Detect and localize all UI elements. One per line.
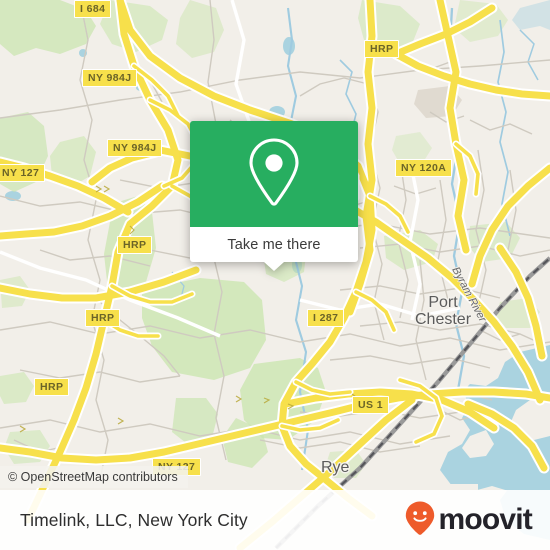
popup-cta-label: Take me there — [227, 236, 321, 253]
map-screenshot: I 684 HRP NY 984J NY 984J NY 127 NY 120A… — [0, 0, 550, 550]
shield-ny120a[interactable]: NY 120A — [395, 159, 453, 177]
map-attribution[interactable]: © OpenStreetMap contributors — [0, 466, 188, 488]
popup-marker-panel — [190, 121, 358, 227]
shield-ny984j-lower[interactable]: NY 984J — [107, 139, 163, 157]
location-popup-card[interactable]: Take me there — [190, 121, 358, 271]
location-title: Timelink, LLC, New York City — [20, 509, 248, 530]
footer-bar: Timelink, LLC, New York City moovit — [0, 490, 550, 550]
moovit-wordmark: moovit — [438, 503, 532, 536]
shield-ny984j-upper[interactable]: NY 984J — [82, 69, 138, 87]
attribution-text: © OpenStreetMap contributors — [8, 470, 178, 484]
map-canvas[interactable]: I 684 HRP NY 984J NY 984J NY 127 NY 120A… — [0, 0, 550, 550]
shield-hrp-low[interactable]: HRP — [34, 378, 70, 396]
moovit-logo[interactable]: moovit — [404, 500, 533, 541]
moovit-smiley-pin-icon — [404, 500, 436, 541]
shield-i287[interactable]: I 287 — [307, 309, 345, 327]
shield-hrp-ne[interactable]: HRP — [364, 40, 400, 58]
shield-hrp-upper[interactable]: HRP — [117, 236, 153, 254]
popup-tail — [264, 262, 284, 271]
shield-ny127-left[interactable]: NY 127 — [0, 164, 46, 182]
place-label-port-chester: Port Chester — [415, 294, 472, 328]
shield-hrp-mid[interactable]: HRP — [85, 309, 121, 327]
shield-us1[interactable]: US 1 — [352, 396, 389, 414]
place-label-rye: Rye — [321, 459, 350, 476]
map-pin-icon — [245, 136, 303, 213]
popup-cta[interactable]: Take me there — [190, 227, 358, 271]
shield-i684[interactable]: I 684 — [74, 0, 112, 18]
